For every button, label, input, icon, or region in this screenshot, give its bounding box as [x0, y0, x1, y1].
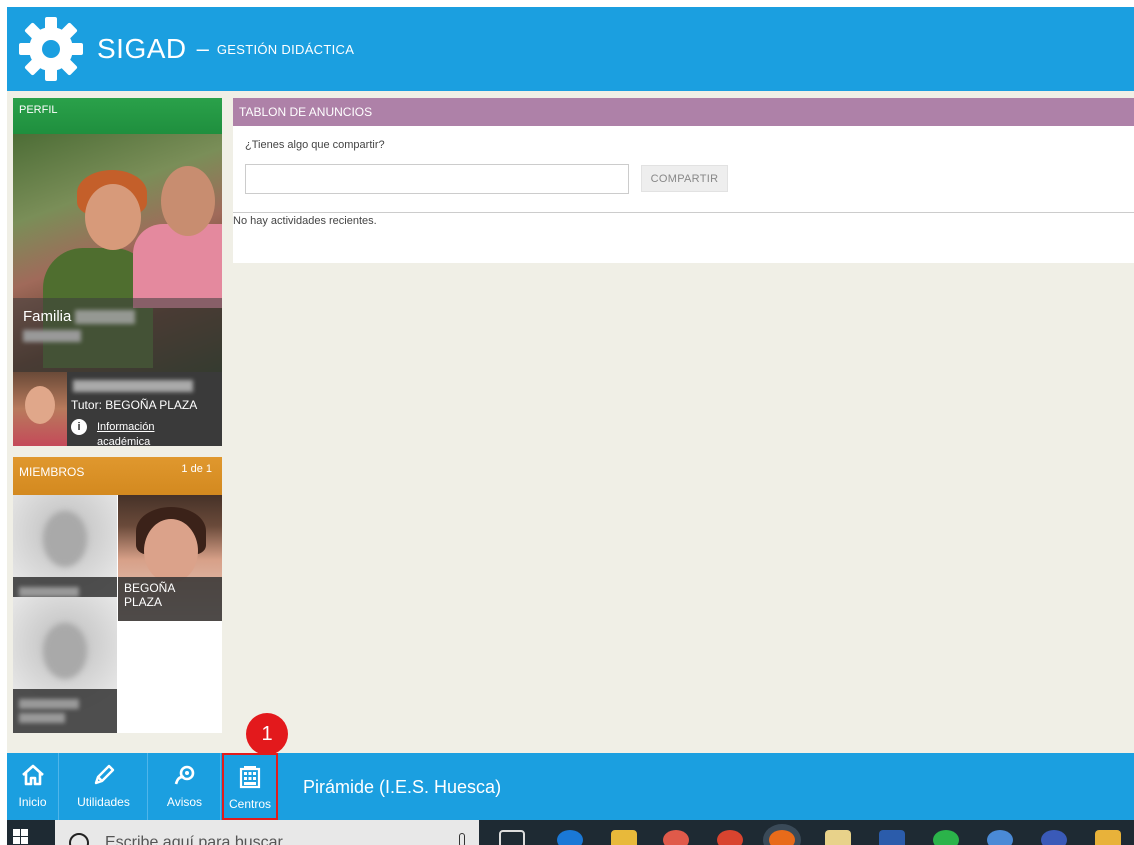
empty-activity-message: No hay actividades recientes.	[233, 215, 377, 227]
member-name: BEGOÑA PLAZA	[124, 581, 175, 609]
windows-start-icon[interactable]	[13, 829, 29, 845]
edge-browser-icon[interactable]	[557, 830, 583, 845]
nav-item-avisos[interactable]: Avisos	[149, 753, 221, 820]
gear-icon	[19, 17, 83, 81]
redacted-text	[19, 713, 65, 723]
search-placeholder: Escribe aquí para buscar	[105, 834, 283, 845]
current-site-name: Pirámide (I.E.S. Huesca)	[303, 777, 502, 797]
nav-label: Avisos	[166, 795, 203, 809]
bottom-nav: Inicio Utilidades Avisos Centros Pirámid…	[7, 753, 1134, 820]
task-view-icon[interactable]	[499, 830, 525, 845]
app-header: SIGAD – Gestión Didáctica	[7, 7, 1134, 91]
taskbar-search[interactable]: Escribe aquí para buscar	[55, 820, 479, 845]
redacted-text	[19, 699, 79, 709]
nav-label: Utilidades	[77, 795, 130, 809]
member-tile[interactable]: BEGOÑA PLAZA	[118, 485, 222, 621]
share-input[interactable]	[245, 164, 629, 194]
member-tile[interactable]	[13, 597, 117, 733]
redacted-student-name	[73, 380, 193, 392]
family-name: Familia	[23, 308, 136, 325]
avatar	[43, 511, 87, 567]
redacted-text	[19, 587, 79, 597]
firefox-browser-icon[interactable]	[769, 830, 795, 845]
nav-item-inicio[interactable]: Inicio	[7, 753, 59, 820]
nav-item-centros[interactable]: Centros	[222, 753, 278, 820]
network-icon[interactable]	[987, 830, 1013, 845]
notes-icon[interactable]	[825, 830, 851, 845]
nav-item-utilidades[interactable]: Utilidades	[60, 753, 148, 820]
title-separator: –	[196, 36, 209, 61]
pencil-icon	[94, 764, 114, 785]
whatsapp-icon[interactable]	[933, 830, 959, 845]
board-title: TABLON DE ANUNCIOS	[239, 105, 373, 119]
chrome-browser-icon[interactable]	[717, 830, 743, 845]
main-area: Familia PERFIL Tutor: BEGOÑA PLAZA i Inf…	[7, 91, 1134, 753]
avatar	[43, 623, 87, 679]
app-subtitle: Gestión Didáctica	[216, 41, 355, 57]
family-photo: Familia	[13, 128, 222, 402]
search-icon	[69, 833, 89, 845]
app-icon[interactable]	[663, 830, 689, 845]
members-section-label: MIEMBROS	[19, 465, 85, 479]
academic-info-link[interactable]: Información académica	[97, 420, 197, 446]
nav-label: Centros	[228, 797, 272, 811]
avatar	[144, 519, 198, 583]
tutor-label: Tutor: BEGOÑA PLAZA	[71, 398, 198, 412]
file-explorer-icon[interactable]	[611, 830, 637, 845]
student-avatar	[13, 372, 67, 446]
board-header: TABLON DE ANUNCIOS	[233, 98, 1134, 126]
member-caption: BEGOÑA PLAZA	[118, 577, 222, 621]
profile-section-label: PERFIL	[19, 104, 58, 116]
word-icon[interactable]	[879, 830, 905, 845]
share-button[interactable]: COMPARTIR	[641, 165, 728, 192]
profile-panel: Familia PERFIL Tutor: BEGOÑA PLAZA i Inf…	[13, 98, 222, 446]
megaphone-icon	[174, 765, 194, 785]
home-icon	[21, 764, 44, 786]
microphone-icon[interactable]	[459, 833, 465, 845]
members-panel: BEGOÑA PLAZA MIEMBROS 1 de 1	[13, 457, 222, 733]
profile-header: PERFIL	[13, 98, 222, 134]
nav-label: Inicio	[18, 795, 47, 809]
os-taskbar: Escribe aquí para buscar	[7, 820, 1134, 845]
announcement-board: TABLON DE ANUNCIOS ¿Tienes algo que comp…	[233, 98, 1134, 263]
calendar-icon[interactable]	[1041, 830, 1067, 845]
student-row[interactable]: Tutor: BEGOÑA PLAZA i Información académ…	[13, 372, 222, 446]
info-icon: i	[71, 419, 87, 435]
members-count: 1 de 1	[181, 463, 212, 475]
mail-icon[interactable]	[1095, 830, 1121, 845]
member-caption	[13, 689, 117, 733]
building-icon	[239, 766, 261, 789]
redacted-text	[23, 330, 81, 342]
divider	[233, 212, 1134, 213]
step-badge: 1	[246, 713, 288, 755]
family-label: Familia	[23, 308, 72, 325]
members-header: MIEMBROS 1 de 1	[13, 457, 222, 495]
app-title: SIGAD	[97, 33, 187, 64]
redacted-surname	[75, 310, 136, 325]
share-question: ¿Tienes algo que compartir?	[245, 139, 385, 151]
